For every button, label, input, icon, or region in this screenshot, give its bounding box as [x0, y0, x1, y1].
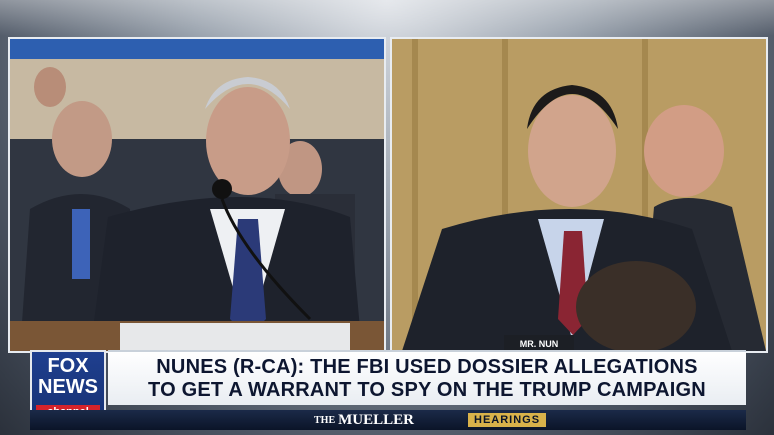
- foreground-head: [576, 261, 696, 351]
- witness-scene: [10, 39, 384, 351]
- hearing-room-banner: [10, 39, 384, 59]
- program-prefix: THE: [314, 415, 336, 426]
- aide-tie: [72, 209, 90, 279]
- wall-panel-line: [412, 39, 418, 351]
- program-strip: THE MUELLER HEARINGS: [30, 410, 746, 430]
- video-panel-witness: [8, 37, 386, 353]
- congressman-head: [528, 95, 616, 207]
- witness-head: [206, 87, 290, 195]
- program-name: MUELLER: [338, 412, 414, 428]
- program-tag: HEARINGS: [468, 413, 547, 427]
- aide-head: [52, 101, 112, 177]
- nameplate-text: MR. NUN: [520, 339, 559, 349]
- staffer-head: [644, 105, 724, 197]
- video-panel-congressman: MR. NUN: [390, 37, 768, 353]
- congressman-scene: MR. NUN: [392, 39, 766, 351]
- program-title: THE MUELLER: [314, 410, 414, 430]
- logo-fox-text: FOX: [47, 355, 89, 377]
- background-person: [34, 67, 66, 107]
- lower-third: FOX NEWS channel NUNES (R-CA): THE FBI U…: [30, 350, 746, 430]
- microphone-icon: [212, 179, 232, 199]
- logo-wordmark: FOX NEWS: [35, 356, 101, 406]
- logo-news-text: NEWS: [38, 376, 98, 398]
- witness-nameplate: [120, 323, 350, 351]
- headline-line-1: NUNES (R-CA): THE FBI USED DOSSIER ALLEG…: [156, 356, 698, 378]
- headline-line-2: TO GET A WARRANT TO SPY ON THE TRUMP CAM…: [148, 379, 706, 401]
- headline-bar: NUNES (R-CA): THE FBI USED DOSSIER ALLEG…: [108, 350, 746, 405]
